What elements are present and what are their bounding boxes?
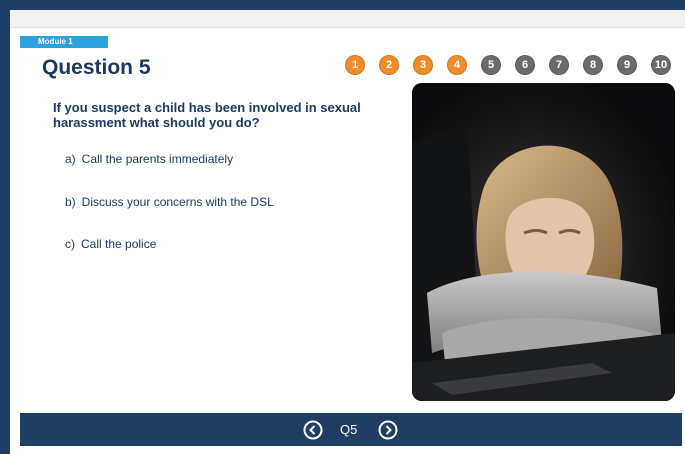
question-nav-3[interactable]: 3 (413, 55, 433, 75)
top-bar (10, 10, 685, 28)
chevron-right-icon (378, 420, 398, 440)
answer-text: Discuss your concerns with the DSL (81, 195, 274, 209)
answer-text: Call the parents immediately (81, 152, 234, 166)
answer-letter: c) (65, 237, 75, 251)
question-nav-6[interactable]: 6 (515, 55, 535, 75)
question-nav-9[interactable]: 9 (617, 55, 637, 75)
current-question-label: Q5 (340, 422, 358, 437)
answer-letter: b) (65, 195, 76, 209)
question-nav-8[interactable]: 8 (583, 55, 603, 75)
question-navigator: 1 2 3 4 5 6 7 8 9 10 (345, 55, 671, 75)
question-nav-2[interactable]: 2 (379, 55, 399, 75)
question-prompt: If you suspect a child has been involved… (53, 100, 361, 130)
question-photo (412, 83, 675, 401)
module-tag: Module 1 (20, 36, 108, 48)
next-question-button[interactable] (378, 420, 398, 440)
answer-letter: a) (65, 152, 76, 166)
previous-question-button[interactable] (303, 420, 323, 440)
question-nav-1[interactable]: 1 (345, 55, 365, 75)
answer-text: Call the police (81, 237, 157, 251)
slide-frame: Module 1 Question 5 1 2 3 4 5 6 7 8 9 10… (10, 10, 685, 454)
answer-option-a[interactable]: a) Call the parents immediately (65, 152, 233, 166)
question-nav-7[interactable]: 7 (549, 55, 569, 75)
chevron-left-icon (303, 420, 323, 440)
photo-girl-at-laptop-icon (412, 83, 675, 401)
page-title: Question 5 (42, 56, 151, 79)
question-nav-10[interactable]: 10 (651, 55, 671, 75)
answer-option-c[interactable]: c) Call the police (65, 237, 156, 251)
question-nav-5[interactable]: 5 (481, 55, 501, 75)
answer-option-b[interactable]: b) Discuss your concerns with the DSL (65, 195, 274, 209)
question-nav-4[interactable]: 4 (447, 55, 467, 75)
bottom-nav-bar: Q5 (20, 413, 682, 446)
